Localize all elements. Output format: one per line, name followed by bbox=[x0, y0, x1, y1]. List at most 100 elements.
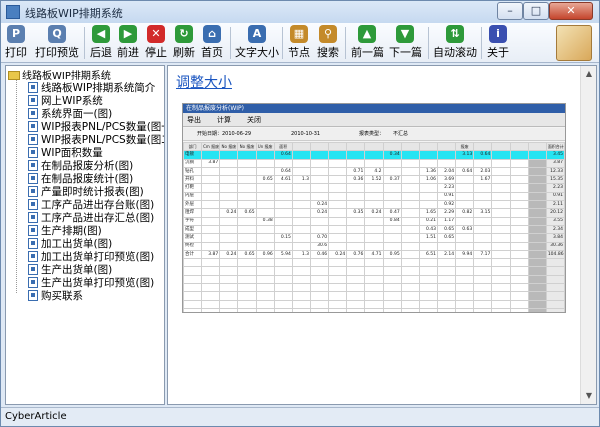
tree-item[interactable]: 系统界面一(图) bbox=[28, 106, 112, 120]
tree-item[interactable]: WIP报表PNL/PCS数量(图一) bbox=[28, 119, 164, 133]
tree-item[interactable]: 生产排期(图) bbox=[28, 223, 102, 237]
tree-item[interactable]: 在制品报废统计(图) bbox=[28, 171, 133, 185]
tree-root[interactable]: 线路板WIP排期系统 bbox=[8, 67, 111, 82]
grid-row[interactable]: 打靶 2.23 2.23 bbox=[183, 183, 565, 193]
stop-button[interactable]: ✕ 停止 bbox=[144, 25, 168, 61]
grid-row[interactable] bbox=[183, 299, 565, 309]
maximize-button[interactable]: □ bbox=[523, 2, 549, 20]
grid-cell: 30.6 bbox=[309, 241, 330, 251]
grid-column-header bbox=[309, 141, 330, 152]
grid-cell bbox=[418, 258, 438, 268]
print-preview-button[interactable]: Q 打印预览 bbox=[35, 25, 79, 61]
grid-cell: 0.65 bbox=[255, 175, 275, 185]
about-button[interactable]: i 关于 bbox=[486, 25, 510, 61]
grid-cell bbox=[219, 175, 239, 185]
grid-row[interactable] bbox=[183, 258, 565, 268]
node-button[interactable]: ▦ 节点 bbox=[287, 25, 311, 61]
grid-cell bbox=[328, 258, 348, 268]
tree-item[interactable]: 线路板WIP排期系统简介 bbox=[28, 80, 155, 94]
grid-cell: 4.2 bbox=[364, 166, 384, 177]
grid-row[interactable]: 内层 0.91 0.91 bbox=[183, 191, 565, 202]
grid-cell bbox=[237, 241, 257, 251]
grid-cell bbox=[364, 200, 384, 210]
grid-cell bbox=[418, 150, 438, 160]
refresh-button[interactable]: ↻ 刷新 bbox=[172, 25, 196, 61]
tree-item[interactable]: 加工出货单(图) bbox=[28, 236, 112, 250]
back-button[interactable]: ◀ 后退 bbox=[89, 25, 113, 61]
tree-item[interactable]: 产量即时统计报表(图) bbox=[28, 184, 144, 198]
grid-cell bbox=[201, 183, 221, 193]
grid-row-label: 阻焊 bbox=[183, 208, 203, 218]
grid-column-header bbox=[418, 141, 438, 152]
grid-cell bbox=[491, 183, 511, 193]
home-button[interactable]: ⌂ 首页 bbox=[200, 25, 224, 61]
grid-cell bbox=[491, 224, 511, 235]
auto-scroll-button[interactable]: ⇅ 自动滚动 bbox=[433, 25, 477, 61]
grid-cell bbox=[473, 266, 493, 276]
tree-item[interactable]: 生产出货单打印预览(图) bbox=[28, 275, 154, 289]
grid-cell bbox=[491, 150, 511, 160]
grid-row[interactable]: 沉铜 3.87 3.87 bbox=[183, 158, 565, 168]
grid-cell bbox=[400, 175, 420, 185]
grid-cell bbox=[509, 208, 529, 218]
toolbar-separator bbox=[230, 27, 231, 59]
tree-item[interactable]: WIP面积数量 bbox=[28, 145, 103, 159]
grid-row[interactable] bbox=[183, 307, 565, 312]
document-icon bbox=[28, 134, 38, 145]
grid-row[interactable]: 外层 0.24 0.92 2.11 bbox=[183, 200, 565, 210]
grid-cell bbox=[309, 299, 330, 309]
grid-cell bbox=[291, 166, 311, 177]
grid-row[interactable]: 终检 30.6 30.36 bbox=[183, 241, 565, 251]
tree-item[interactable]: 生产出货单(图) bbox=[28, 262, 112, 276]
print-button[interactable]: P 打印 bbox=[3, 25, 29, 61]
grid-cell: 0.36 bbox=[346, 175, 366, 185]
next-button[interactable]: ▼ 下一篇 bbox=[389, 25, 422, 61]
tree-item[interactable]: 网上WIP系统 bbox=[28, 93, 103, 107]
tree-item[interactable]: 加工出货单打印预览(图) bbox=[28, 249, 154, 263]
grid-cell bbox=[346, 274, 366, 285]
vertical-scrollbar[interactable]: ▲ ▼ bbox=[580, 66, 596, 404]
scroll-up-icon[interactable]: ▲ bbox=[583, 68, 595, 80]
search-button[interactable]: ⚲ 搜索 bbox=[316, 25, 340, 61]
grid-row[interactable]: 开料 0.65 4.61 1.3 0.36 1.52 0.37 1.06 3.69 1.67 15.… bbox=[183, 175, 565, 185]
tree-item[interactable]: 在制品报废分析(图) bbox=[28, 158, 133, 172]
close-button[interactable]: ✕ bbox=[549, 2, 593, 20]
grid-cell bbox=[291, 241, 311, 251]
grid-row-label: 沉铜 bbox=[183, 158, 203, 168]
grid-row[interactable]: 电镀 0.64 0.34 3.13 0.64 3.45 bbox=[183, 150, 565, 160]
grid-header-row: 部门 Cm 报废 No 报废 No 报废 Un 报废 面积 报废 面积合计 bbox=[183, 141, 565, 152]
tree-item[interactable]: 工序产品进出存台账(图) bbox=[28, 197, 154, 211]
grid-row[interactable]: 阻焊 0.24 0.65 0.24 0.35 0.24 0.47 1.65 2.29 0.82 3.… bbox=[183, 208, 565, 218]
grid-cell bbox=[455, 233, 475, 243]
tree-item[interactable]: 工序产品进出存汇总(图) bbox=[28, 210, 154, 224]
grid-cell bbox=[291, 299, 311, 309]
grid-cell bbox=[255, 283, 275, 293]
grid-row[interactable]: 钻孔 0.64 0.71 4.2 1.36 2.04 0.64 2.03 12.33 bbox=[183, 166, 565, 177]
grid-row[interactable] bbox=[183, 291, 565, 301]
grid-cell bbox=[382, 241, 402, 251]
grid-cell: 0.47 bbox=[382, 208, 402, 218]
grid-row[interactable] bbox=[183, 266, 565, 276]
grid-row[interactable] bbox=[183, 274, 565, 285]
grid-row[interactable]: 测试 0.15 0.70 1.51 0.65 3.84 bbox=[183, 233, 565, 243]
tree-item[interactable]: 购买联系 bbox=[28, 288, 83, 302]
previous-button[interactable]: ▲ 前一篇 bbox=[351, 25, 384, 61]
font-size-button[interactable]: A 文字大小 bbox=[235, 25, 279, 61]
grid-cell bbox=[328, 200, 348, 210]
grid-row[interactable]: 成型 0.43 0.65 0.63 2.34 bbox=[183, 224, 565, 235]
grid-cell bbox=[455, 291, 475, 301]
scroll-down-icon[interactable]: ▼ bbox=[583, 390, 595, 402]
tree-item[interactable]: WIP报表PNL/PCS数量(图二) bbox=[28, 132, 164, 146]
tree-item-label: 购买联系 bbox=[41, 290, 83, 302]
title-bar[interactable]: 线路板WIP排期系统 – □ ✕ bbox=[1, 1, 599, 23]
grid-cell bbox=[509, 191, 529, 202]
grid-row[interactable]: 合计 3.87 0.24 0.65 0.96 5.94 1.3 0.46 0.24 0.76 4.7… bbox=[183, 249, 565, 260]
forward-button[interactable]: ▶ 前进 bbox=[116, 25, 140, 61]
minimize-button[interactable]: – bbox=[497, 2, 523, 20]
page-heading: 调整大小 bbox=[176, 75, 232, 91]
grid-cell: 0.71 bbox=[346, 166, 366, 177]
grid-row[interactable]: 字符 0.38 0.84 0.21 1.17 3.55 bbox=[183, 216, 565, 226]
grid-cell bbox=[509, 274, 529, 285]
grid-row[interactable] bbox=[183, 283, 565, 293]
grid-cell bbox=[346, 299, 366, 309]
